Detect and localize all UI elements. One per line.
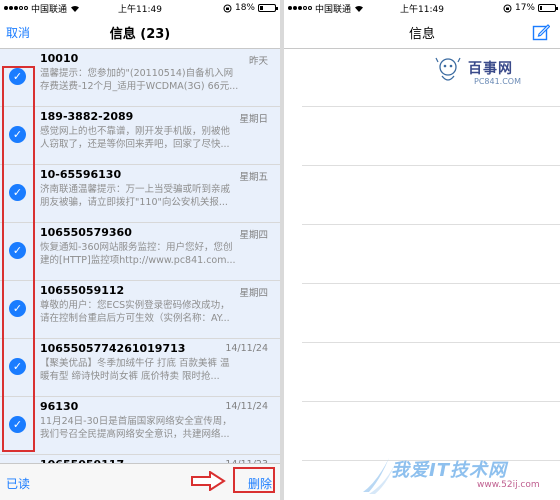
left-phone-screen: 中国联通 上午11:49 18% 取消 信息 (23) ✓ 10010 昨天 温… [0, 0, 280, 500]
preview-line: 济南联通温馨提示：万一上当受骗或听到亲戚 [40, 184, 231, 195]
carrier-label: 中国联通 [315, 4, 352, 15]
pc841-logo: 百事网 PC841.COM [434, 56, 554, 90]
watermark-url: www.52ij.com [477, 480, 540, 490]
preview-line: 暖有型 缔诗快时尚女裤 底价特卖 限时抢... [40, 371, 220, 382]
preview-line: 温馨提示：您参加的"(20110514)自备机入网 [40, 68, 234, 79]
message-row[interactable]: ✓ 10010 昨天 温馨提示：您参加的"(20110514)自备机入网 存费送… [0, 49, 280, 107]
message-row[interactable]: ✓ 10655059112 星期四 尊敬的用户：您ECS实例登录密码修改成功， … [0, 281, 280, 339]
message-preview: 尊敬的用户：您ECS实例登录密码修改成功， 请在控制台重启后方可生效（实例名称：… [40, 299, 270, 325]
carrier-label: 中国联通 [31, 4, 68, 15]
page-title: 信息 [408, 26, 435, 42]
compose-icon[interactable] [532, 23, 550, 41]
message-preview: 11月24日-30日是首届国家网络安全宣传周， 我们号召全民提高网络安全意识，共… [40, 415, 270, 441]
battery-level [260, 6, 263, 10]
signal-icon [288, 6, 312, 10]
message-preview: 温馨提示：您参加的"(20110514)自备机入网 存费送费-12个月_适用于W… [40, 67, 270, 93]
message-row[interactable]: ✓ 1065505774261019713 14/11/24 【聚美优品】冬季加… [0, 339, 280, 397]
message-date: 14/11/24 [225, 343, 268, 354]
nav-bar: 取消 信息 (23) [0, 16, 280, 49]
message-preview: 恢复通知-360网站服务监控：用户您好，您创 建的[HTTP]监控项http:/… [40, 241, 270, 267]
logo-text: 百事网 [468, 61, 513, 77]
right-phone-screen: 中国联通 上午11:49 17% 信息 百事网 PC841.COM [284, 0, 560, 500]
message-date: 14/11/24 [225, 401, 268, 412]
site-watermark: 我爱IT技术网 www.52ij.com [363, 450, 555, 500]
preview-line: 我们号召全民提高网络安全意识，共建网络... [40, 429, 230, 440]
highlight-box-delete [233, 467, 275, 493]
page-title: 信息 (23) [109, 26, 171, 42]
battery-percent: 18% [234, 3, 255, 13]
message-date: 昨天 [248, 56, 268, 67]
message-sender: 189-3882-2089 [40, 110, 134, 123]
empty-message-list [302, 48, 560, 461]
message-row[interactable]: ✓ 189-3882-2089 星期日 感觉网上的也不靠谱，刚开发手机版，别被他… [0, 107, 280, 165]
message-sender: 106550579360 [40, 226, 132, 239]
message-sender: 10655059112 [40, 284, 125, 297]
message-sender: 1065505774261019713 [40, 342, 186, 355]
status-bar: 中国联通 上午11:49 18% [0, 0, 280, 16]
preview-line: 朋友被骗，请立即拨打"110"向公安机关报... [40, 197, 228, 208]
preview-line: 恢复通知-360网站服务监控：用户您好，您创 [40, 242, 233, 253]
cancel-button[interactable]: 取消 [6, 24, 30, 41]
status-bar: 中国联通 上午11:49 17% [284, 0, 560, 16]
battery-level [540, 6, 543, 10]
message-row[interactable]: ✓ 106550579360 星期四 恢复通知-360网站服务监控：用户您好，您… [0, 223, 280, 281]
message-row[interactable]: ✓ 10-65596130 星期五 济南联通温馨提示：万一上当受骗或听到亲戚 朋… [0, 165, 280, 223]
mark-read-button[interactable]: 已读 [6, 475, 30, 492]
message-sender: 10010 [40, 52, 79, 65]
message-preview: 【聚美优品】冬季加绒牛仔 打底 百款美裤 温 暖有型 缔诗快时尚女裤 底价特卖 … [40, 357, 270, 383]
battery-icon [258, 4, 278, 12]
message-date: 星期四 [239, 288, 268, 299]
battery-percent: 17% [514, 3, 535, 13]
preview-line: 人窃取了，还是等你回来弄吧，回家了尽快... [40, 139, 230, 150]
preview-line: 【聚美优品】冬季加绒牛仔 打底 百款美裤 温 [40, 358, 230, 369]
nav-bar: 信息 [284, 16, 560, 49]
preview-line: 请在控制台重启后方可生效（实例名称：AY... [40, 313, 230, 324]
message-sender: 10-65596130 [40, 168, 122, 181]
highlight-box-checkmarks [2, 66, 35, 452]
preview-line: 存费送费-12个月_适用于WCDMA(3G) 66元... [40, 81, 239, 92]
message-date: 星期五 [239, 172, 268, 183]
message-preview: 感觉网上的也不靠谱，刚开发手机版，别被他 人窃取了，还是等你回来弄吧，回家了尽快… [40, 125, 270, 151]
preview-line: 尊敬的用户：您ECS实例登录密码修改成功， [40, 300, 230, 311]
message-sender: 96130 [40, 400, 79, 413]
preview-line: 建的[HTTP]监控项http://www.pc841.com... [40, 255, 236, 266]
preview-line: 感觉网上的也不靠谱，刚开发手机版，别被他 [40, 126, 231, 137]
message-preview: 济南联通温馨提示：万一上当受骗或听到亲戚 朋友被骗，请立即拨打"110"向公安机… [40, 183, 270, 209]
battery-icon [538, 4, 558, 12]
rotation-lock-icon [223, 4, 232, 12]
message-date: 星期四 [239, 230, 268, 241]
message-row[interactable]: ✓ 96130 14/11/24 11月24日-30日是首届国家网络安全宣传周，… [0, 397, 280, 455]
message-list: ✓ 10010 昨天 温馨提示：您参加的"(20110514)自备机入网 存费送… [0, 49, 280, 500]
signal-icon [4, 6, 28, 10]
rotation-lock-icon [503, 4, 512, 12]
message-date: 星期日 [239, 114, 268, 125]
arrow-right-icon [191, 471, 226, 491]
watermark-text: 我爱IT技术网 [391, 460, 507, 481]
mascot-icon [435, 57, 461, 81]
wifi-icon [71, 5, 80, 12]
preview-line: 11月24日-30日是首届国家网络安全宣传周， [40, 416, 232, 427]
wifi-icon [355, 5, 364, 12]
logo-subtext: PC841.COM [474, 77, 522, 86]
